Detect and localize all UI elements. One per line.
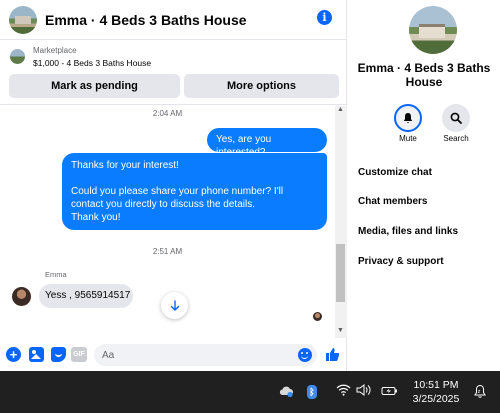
- sender-avatar[interactable]: [12, 287, 31, 306]
- messenger-window: Emma · 4 Beds 3 Baths House i Marketplac…: [0, 0, 500, 371]
- chat-title[interactable]: Emma · 4 Beds 3 Baths House: [45, 12, 247, 28]
- thumbs-up-icon[interactable]: [325, 347, 340, 362]
- arrow-down-icon: [170, 300, 179, 311]
- sender-name: Emma: [45, 270, 67, 279]
- chat-header: Emma · 4 Beds 3 Baths House i: [0, 0, 347, 40]
- listing-thumbnail[interactable]: [10, 49, 25, 64]
- composer: + GIF: [0, 338, 347, 371]
- thumbs-up-glyph: [326, 348, 340, 361]
- menu-media-files-links[interactable]: Media, files and links: [358, 226, 458, 237]
- taskbar: ᛒ 10:51 PM 3/25/2025 z: [0, 371, 500, 413]
- message-bubble-outgoing[interactable]: Yes, are you interested?: [207, 128, 327, 158]
- mark-as-pending-button[interactable]: Mark as pending: [9, 74, 180, 98]
- scrollbar-thumb[interactable]: [336, 244, 345, 302]
- profile-avatar[interactable]: [409, 6, 457, 54]
- image-icon[interactable]: [29, 347, 44, 362]
- scroll-up-arrow-icon[interactable]: ▲: [337, 106, 344, 113]
- scroll-down-arrow-icon[interactable]: ▼: [337, 327, 344, 334]
- timestamp: 2:04 AM: [152, 109, 183, 118]
- notification-bell-icon[interactable]: z: [472, 384, 488, 400]
- svg-text:z: z: [478, 389, 481, 395]
- emoji-icon[interactable]: [298, 348, 312, 362]
- scroll-to-bottom-button[interactable]: [161, 292, 188, 319]
- bell-icon: [394, 104, 422, 132]
- message-input[interactable]: [94, 344, 317, 366]
- more-options-button[interactable]: More options: [184, 74, 339, 98]
- cloud-icon[interactable]: [278, 384, 294, 400]
- chat-pane: Emma · 4 Beds 3 Baths House i Marketplac…: [0, 0, 347, 371]
- gif-icon[interactable]: GIF: [71, 347, 87, 362]
- wifi-icon[interactable]: [335, 384, 351, 400]
- message-list[interactable]: 2:04 AM Yes, are you interested? Thanks …: [0, 106, 347, 338]
- plus-icon[interactable]: +: [6, 347, 21, 362]
- clock-date: 3/25/2025: [412, 393, 460, 405]
- sticker-icon[interactable]: [51, 347, 66, 362]
- profile-name: Emma · 4 Beds 3 Baths House: [357, 61, 491, 89]
- search-button[interactable]: Search: [436, 104, 476, 143]
- contact-avatar[interactable]: [9, 5, 37, 34]
- details-panel: Emma · 4 Beds 3 Baths House Mute Search …: [348, 0, 500, 371]
- message-line: Could you please share your phone number…: [71, 186, 284, 210]
- listing-banner: Marketplace $1,000 - 4 Beds 3 Baths Hous…: [0, 41, 347, 105]
- listing-title[interactable]: $1,000 - 4 Beds 3 Baths House: [33, 58, 151, 68]
- bluetooth-icon[interactable]: ᛒ: [307, 385, 317, 399]
- menu-privacy-support[interactable]: Privacy & support: [358, 256, 444, 267]
- mute-button[interactable]: Mute: [388, 104, 428, 143]
- search-label: Search: [443, 134, 469, 143]
- battery-icon[interactable]: [381, 384, 397, 400]
- message-bubble-outgoing[interactable]: Thanks for your interest! Could you plea…: [62, 153, 327, 230]
- message-bubble-incoming[interactable]: Yess , 9565914517: [39, 284, 133, 308]
- message-line: Thank you!: [71, 212, 121, 223]
- clock[interactable]: 10:51 PM 3/25/2025: [404, 378, 468, 406]
- menu-customize-chat[interactable]: Customize chat: [358, 167, 432, 178]
- menu-chat-members[interactable]: Chat members: [358, 196, 427, 207]
- clock-time: 10:51 PM: [413, 379, 459, 391]
- listing-kind: Marketplace: [33, 46, 77, 55]
- volume-icon[interactable]: [356, 384, 372, 400]
- mute-label: Mute: [399, 134, 417, 143]
- scrollbar[interactable]: [335, 106, 347, 338]
- info-icon[interactable]: i: [317, 10, 332, 25]
- search-icon: [442, 104, 470, 132]
- timestamp: 2:51 AM: [152, 247, 183, 256]
- read-receipt-avatar: [313, 312, 322, 321]
- message-line: Thanks for your interest!: [71, 160, 179, 171]
